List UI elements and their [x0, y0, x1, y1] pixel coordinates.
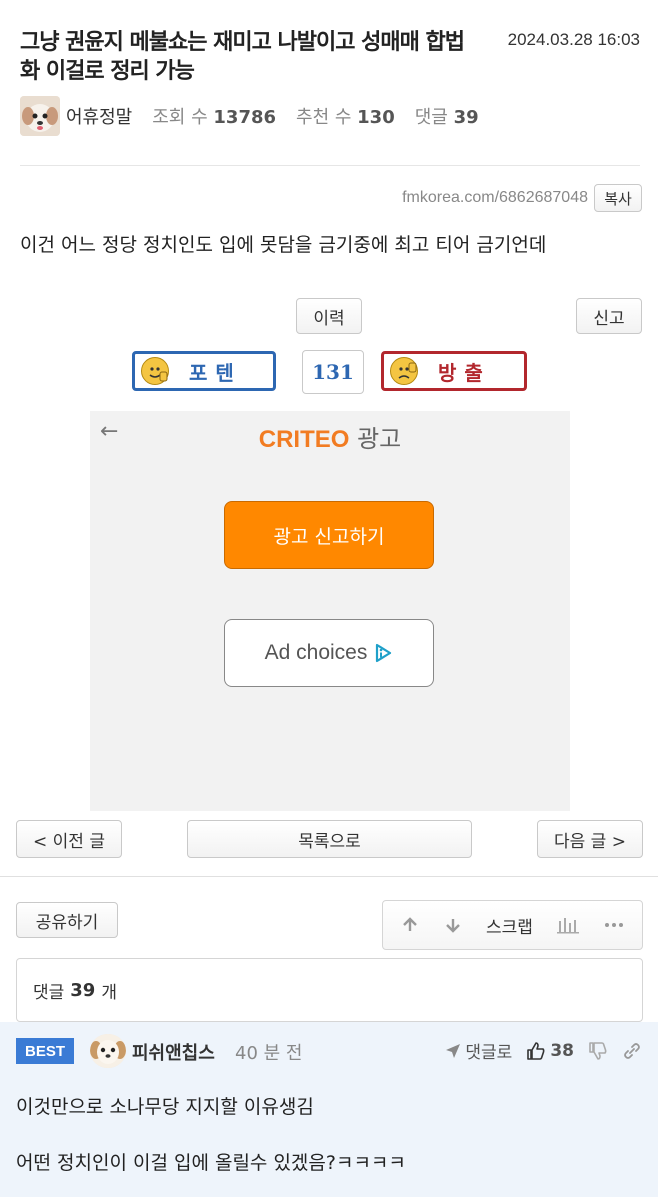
ad-container: ← CRITEO 광고 광고 신고하기 Ad choices — [90, 411, 570, 811]
share-button[interactable]: 공유하기 — [16, 902, 118, 938]
dislike-button[interactable] — [588, 1041, 608, 1061]
post-toolbar: 스크랩 — [382, 900, 643, 950]
adchoices-icon — [376, 643, 392, 663]
copy-url-button[interactable]: 복사 — [594, 184, 642, 212]
more-options-icon[interactable] — [604, 922, 624, 928]
post-title: 그냥 권윤지 메불쇼는 재미고 나발이고 성매매 합법화 이걸로 정리 가능 — [20, 30, 465, 84]
comment-count-number: 39 — [70, 979, 96, 1001]
recommend-label: 추천 수 — [296, 107, 352, 128]
post-url-row: fmkorea.com/6862687048 복사 — [402, 184, 642, 212]
views-label: 조회 수 — [152, 107, 208, 128]
commenter-avatar[interactable] — [90, 1034, 126, 1068]
comment-time: 40 분 전 — [235, 1043, 303, 1064]
list-button[interactable]: 목록으로 — [187, 820, 472, 858]
dog-avatar-icon — [20, 96, 60, 136]
post-meta: 어휴정말 조회 수 13786 추천 수 130 댓글 39 — [20, 95, 499, 137]
send-arrow-icon — [446, 1043, 461, 1058]
like-button[interactable]: 38 — [526, 1041, 574, 1061]
downvote-button[interactable]: 방출 — [381, 351, 527, 391]
section-divider — [0, 876, 658, 877]
best-badge: BEST — [16, 1038, 74, 1064]
comments-count: 39 — [453, 107, 479, 128]
comment-text-line2: 어떤 정치인이 이걸 입에 올릴수 있겠음?ㅋㅋㅋㅋ — [16, 1152, 406, 1174]
thumbs-down-face-icon — [390, 357, 418, 385]
like-count: 38 — [550, 1040, 574, 1061]
recommend-count: 130 — [357, 107, 395, 128]
prev-post-button[interactable]: < 이전 글 — [16, 820, 122, 858]
views-stat: 조회 수 13786 — [152, 103, 276, 129]
views-count: 13786 — [213, 107, 277, 128]
comment-count-box: 댓글 39 개 — [16, 958, 643, 1022]
upvote-button[interactable]: 포텐 — [132, 351, 276, 391]
comments-label: 댓글 — [414, 107, 448, 128]
ad-brand: CRITEO — [258, 426, 350, 453]
comment-count-suffix: 개 — [101, 982, 117, 1003]
recommend-stat: 추천 수 130 — [296, 103, 395, 129]
ad-header: CRITEO 광고 — [90, 419, 570, 454]
thumbs-up-face-icon — [141, 357, 169, 385]
link-icon — [624, 1042, 640, 1059]
upvote-label: 포텐 — [189, 360, 242, 385]
next-post-button[interactable]: 다음 글 > — [537, 820, 643, 858]
comment-count-prefix: 댓글 — [33, 982, 65, 1003]
post-date: 2024.03.28 16:03 — [507, 30, 640, 49]
ad-choices-button[interactable]: Ad choices — [224, 619, 434, 687]
comment-actions: 댓글로 38 — [430, 1038, 642, 1063]
downvote-label: 방출 — [438, 360, 491, 385]
ad-report-button[interactable]: 광고 신고하기 — [224, 501, 434, 569]
puppy-avatar-icon — [90, 1034, 126, 1068]
thumbs-down-icon — [589, 1041, 607, 1060]
scrap-button[interactable]: 스크랩 — [486, 913, 533, 938]
comment-text-line1: 이것만으로 소나무당 지지할 이유생김 — [16, 1096, 314, 1118]
reply-button[interactable]: 댓글로 — [444, 1038, 512, 1063]
comments-stat: 댓글 39 — [415, 103, 479, 129]
author-avatar[interactable] — [20, 96, 60, 136]
commenter-name[interactable]: 피쉬앤칩스 — [132, 1039, 215, 1065]
link-button[interactable] — [622, 1041, 642, 1061]
best-comment: BEST 피쉬앤칩스 40 분 전 댓글로 38 이것만으로 소나무당 지지할 … — [0, 1022, 658, 1197]
ad-suffix: 광고 — [357, 425, 402, 453]
post-header: 그냥 권윤지 메불쇼는 재미고 나발이고 성매매 합법화 이걸로 정리 가능 2… — [20, 28, 640, 86]
arrow-down-icon[interactable] — [444, 916, 462, 934]
vote-count: 131 — [302, 350, 364, 394]
report-button[interactable]: 신고 — [576, 298, 642, 334]
post-body: 이건 어느 정당 정치인도 입에 못담을 금기중에 최고 티어 금기언데 — [20, 234, 547, 256]
post-url[interactable]: fmkorea.com/6862687048 — [402, 189, 588, 207]
history-button[interactable]: 이력 — [296, 298, 362, 334]
arrow-up-icon[interactable] — [401, 916, 419, 934]
ad-choices-label: Ad choices — [264, 641, 368, 664]
header-divider — [20, 165, 640, 166]
reply-label: 댓글로 — [465, 1043, 513, 1063]
bar-chart-icon[interactable] — [557, 916, 580, 934]
author-name[interactable]: 어휴정말 — [66, 103, 132, 129]
thumbs-up-icon — [527, 1041, 545, 1060]
